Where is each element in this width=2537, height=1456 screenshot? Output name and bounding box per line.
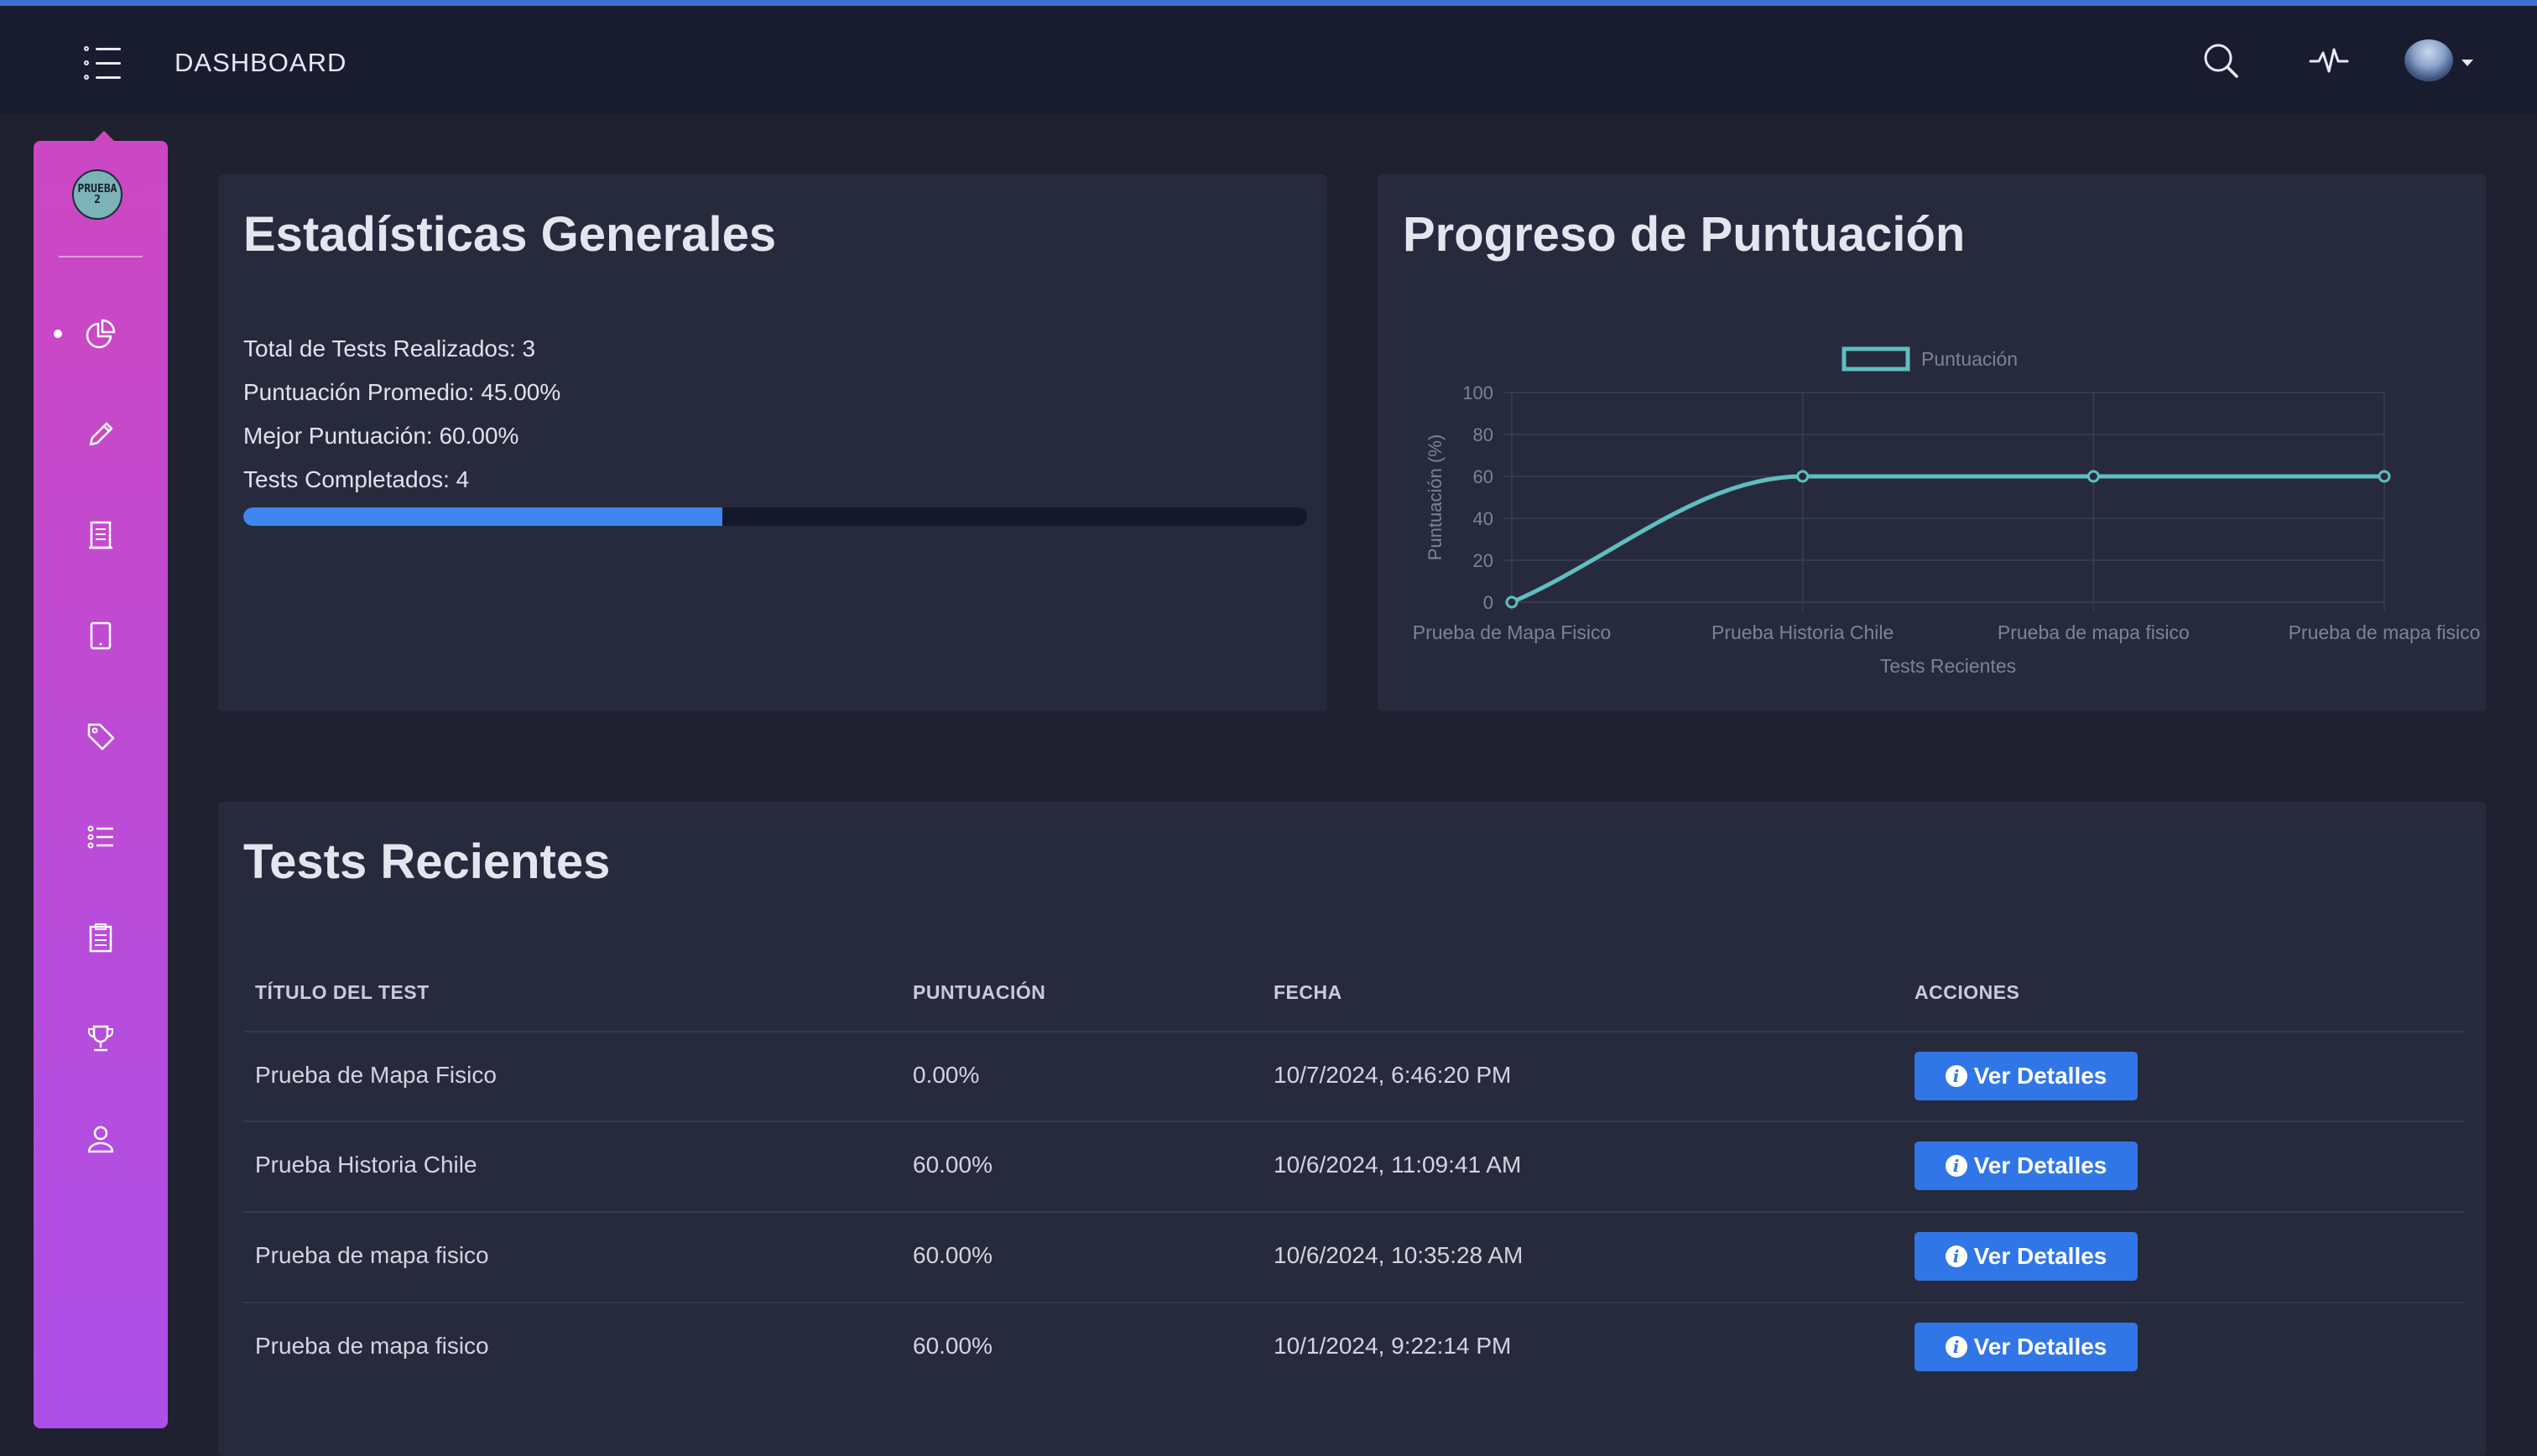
legend-swatch bbox=[1842, 346, 1910, 372]
view-details-label: Ver Detalles bbox=[1973, 1243, 2107, 1269]
row-title: Prueba Historia Chile bbox=[255, 1152, 477, 1178]
x-tick-label: Prueba de Mapa Fisico bbox=[1413, 621, 1612, 643]
stat-total-tests: Total de Tests Realizados: 3 bbox=[243, 335, 536, 361]
view-details-button[interactable]: i Ver Detalles bbox=[1914, 1141, 2138, 1190]
activity-icon[interactable] bbox=[2307, 39, 2351, 83]
sidebar-notch bbox=[94, 131, 114, 141]
sidebar: PRUEBA 2 bbox=[34, 141, 168, 1428]
row-title: Prueba de mapa fisico bbox=[255, 1242, 489, 1268]
sidebar-item-dashboard[interactable] bbox=[76, 309, 126, 359]
pie-chart-icon bbox=[86, 319, 116, 349]
table-divider bbox=[243, 1211, 2465, 1213]
score-line-chart: 0 20 40 60 80 100 Prueba de Mapa Fisico Prueba … bbox=[1413, 346, 2481, 677]
sidebar-item-clipboard[interactable] bbox=[76, 913, 126, 963]
row-date: 10/6/2024, 11:09:41 AM bbox=[1274, 1152, 1522, 1178]
y-tick-label: 100 bbox=[1462, 382, 1493, 403]
y-tick-label: 60 bbox=[1473, 466, 1493, 487]
sidebar-item-tablet[interactable] bbox=[76, 611, 126, 661]
y-tick-label: 20 bbox=[1473, 550, 1493, 571]
data-point bbox=[1505, 595, 1519, 609]
y-tick-label: 0 bbox=[1483, 592, 1493, 613]
info-icon: i bbox=[1945, 1155, 1967, 1177]
chevron-down-icon bbox=[2461, 60, 2473, 66]
info-icon: i bbox=[1945, 1065, 1967, 1087]
row-title: Prueba de mapa fisico bbox=[255, 1333, 489, 1359]
y-tick-label: 40 bbox=[1473, 508, 1493, 529]
series-line bbox=[1511, 474, 2384, 605]
row-score: 60.00% bbox=[913, 1333, 992, 1359]
stat-best-score: Mejor Puntuación: 60.00% bbox=[243, 423, 519, 449]
progress-fill bbox=[243, 507, 722, 526]
x-tick-label: Prueba de mapa fisico bbox=[1998, 621, 2190, 643]
row-score: 0.00% bbox=[913, 1062, 980, 1088]
sidebar-item-tags[interactable] bbox=[76, 711, 126, 762]
sidebar-item-list[interactable] bbox=[76, 812, 126, 862]
menu-icon[interactable] bbox=[84, 46, 121, 80]
legend-label: Puntuación bbox=[1921, 348, 2018, 370]
column-header-score: PUNTUACIÓN bbox=[913, 981, 1046, 1003]
sidebar-item-profile[interactable] bbox=[76, 1114, 126, 1164]
sidebar-item-documents[interactable] bbox=[76, 510, 126, 560]
user-icon bbox=[87, 1126, 114, 1153]
stats-title: Estadísticas Generales bbox=[243, 207, 777, 262]
trophy-icon bbox=[88, 1025, 113, 1052]
y-axis-title: Puntuación (%) bbox=[1425, 434, 1446, 560]
stats-card: Estadísticas Generales Total de Tests Re… bbox=[218, 174, 1327, 711]
row-score: 60.00% bbox=[913, 1242, 992, 1268]
view-details-button[interactable]: i Ver Detalles bbox=[1914, 1052, 2138, 1100]
stat-completed-tests: Tests Completados: 4 bbox=[243, 466, 470, 492]
list-icon bbox=[87, 825, 113, 849]
sidebar-item-edit[interactable] bbox=[76, 409, 126, 460]
row-date: 10/1/2024, 9:22:14 PM bbox=[1274, 1333, 1512, 1359]
y-tick-label: 80 bbox=[1473, 424, 1493, 445]
active-indicator bbox=[54, 330, 62, 338]
sidebar-item-achievements[interactable] bbox=[76, 1013, 126, 1063]
stat-average-score: Puntuación Promedio: 45.00% bbox=[243, 379, 561, 405]
info-icon: i bbox=[1945, 1336, 1967, 1358]
table-divider bbox=[243, 1031, 2465, 1032]
view-details-label: Ver Detalles bbox=[1973, 1334, 2107, 1360]
user-avatar-menu[interactable] bbox=[2404, 39, 2480, 86]
column-header-actions: ACCIONES bbox=[1914, 981, 2020, 1003]
x-tick-label: Prueba de mapa fisico bbox=[2289, 621, 2481, 643]
clipboard-icon bbox=[89, 923, 112, 953]
top-accent-line bbox=[0, 0, 2537, 6]
avatar bbox=[2404, 39, 2453, 81]
recent-tests-title: Tests Recientes bbox=[243, 835, 611, 889]
x-tick-label: Prueba Historia Chile bbox=[1711, 621, 1894, 643]
chart-card: Progreso de Puntuación 0 20 40 60 80 100 Prueb… bbox=[1378, 174, 2487, 711]
view-details-button[interactable]: i Ver Detalles bbox=[1914, 1232, 2138, 1281]
page-title: DASHBOARD bbox=[175, 48, 347, 77]
view-details-button[interactable]: i Ver Detalles bbox=[1914, 1323, 2138, 1371]
pencil-icon bbox=[89, 422, 113, 446]
document-icon bbox=[89, 521, 112, 549]
column-header-date: FECHA bbox=[1274, 981, 1342, 1003]
search-icon[interactable] bbox=[2200, 39, 2243, 83]
sidebar-divider bbox=[59, 256, 143, 257]
view-details-label: Ver Detalles bbox=[1973, 1152, 2107, 1178]
progress-bar bbox=[243, 507, 1307, 526]
data-point bbox=[1796, 470, 1810, 483]
row-date: 10/6/2024, 10:35:28 AM bbox=[1274, 1242, 1524, 1268]
brand-logo[interactable]: PRUEBA 2 bbox=[72, 169, 122, 220]
column-header-title: TÍTULO DEL TEST bbox=[255, 981, 430, 1003]
row-title: Prueba de Mapa Fisico bbox=[255, 1062, 497, 1088]
top-navbar: DASHBOARD bbox=[0, 6, 2537, 115]
row-score: 60.00% bbox=[913, 1152, 992, 1178]
data-point bbox=[2086, 470, 2100, 483]
tag-icon bbox=[87, 723, 115, 751]
info-icon: i bbox=[1945, 1245, 1967, 1267]
table-divider bbox=[243, 1121, 2465, 1122]
row-date: 10/7/2024, 6:46:20 PM bbox=[1274, 1062, 1512, 1088]
tablet-icon bbox=[90, 621, 112, 650]
data-point bbox=[2378, 470, 2391, 483]
table-divider bbox=[243, 1302, 2465, 1303]
x-axis-title: Tests Recientes bbox=[1880, 655, 2016, 677]
view-details-label: Ver Detalles bbox=[1973, 1063, 2107, 1089]
